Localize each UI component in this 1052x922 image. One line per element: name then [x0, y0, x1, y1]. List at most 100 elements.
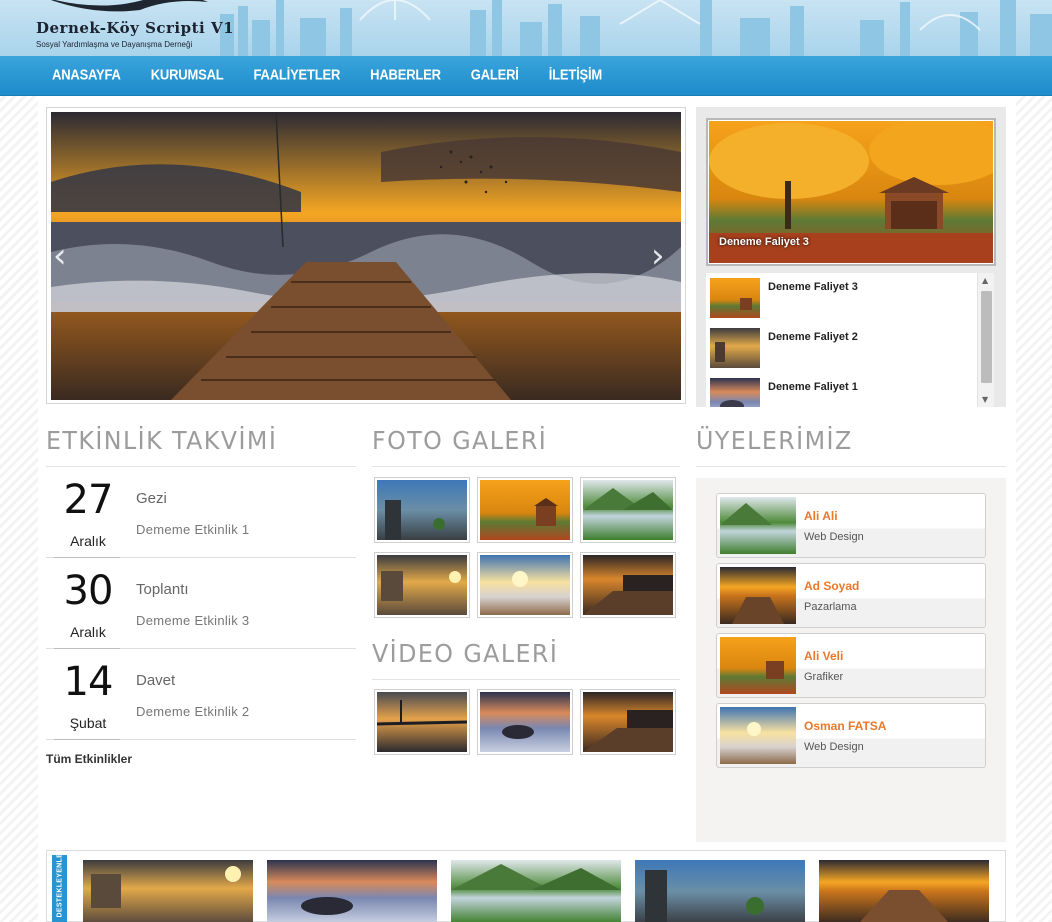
event-day: 27	[63, 477, 114, 523]
logo-bird-icon	[50, 0, 208, 12]
nav-item-galeri[interactable]: GALERİ	[456, 54, 534, 97]
featured-activity-caption: Deneme Faliyet 3	[719, 236, 809, 248]
gallery-photo[interactable]	[580, 552, 676, 618]
member-card[interactable]: Ad Soyad Pazarlama	[716, 563, 986, 628]
event-description: Dememe Etkinlik 1	[136, 522, 250, 537]
gallery-video[interactable]	[477, 689, 573, 755]
slider-next-button[interactable]: ›	[651, 236, 665, 276]
sponsor-image[interactable]	[635, 860, 805, 922]
event-day: 30	[63, 568, 114, 614]
gallery-video-image	[377, 692, 467, 752]
activity-scrollbar[interactable]: ▲ ▼	[977, 273, 994, 407]
main-content: ‹ › Deneme Faliyet 3 Deneme Faliyet 3 De…	[38, 96, 1016, 922]
activity-thumb	[710, 278, 760, 318]
sponsor-image[interactable]	[267, 860, 437, 922]
member-card[interactable]: Osman FATSA Web Design	[716, 703, 986, 768]
photo-gallery-title: FOTO GALERİ	[372, 426, 548, 455]
event-date-divider	[54, 739, 120, 740]
event-description: Dememe Etkinlik 3	[136, 613, 250, 628]
nav-item-faaliyetler[interactable]: FAALİYETLER	[239, 54, 356, 97]
sponsor-image[interactable]	[83, 860, 253, 922]
activity-thumb	[710, 378, 760, 407]
event-day: 14	[63, 659, 114, 705]
member-role: Pazarlama	[804, 601, 857, 613]
sponsors-label: DESTEKLEYENLER	[56, 847, 64, 918]
activity-item[interactable]: Deneme Faliyet 3	[710, 278, 970, 318]
section-divider	[696, 466, 1006, 467]
nav-item-anasayfa[interactable]: ANASAYFA	[37, 54, 136, 97]
member-card[interactable]: Ali Veli Grafiker	[716, 633, 986, 698]
gallery-photo[interactable]	[580, 477, 676, 543]
nav-item-iletisim[interactable]: İLETİŞİM	[534, 54, 617, 97]
chevron-right-icon: ›	[651, 236, 665, 276]
slider-prev-button[interactable]: ‹	[53, 236, 67, 276]
event-item[interactable]: 30 Aralık Toplantı Dememe Etkinlik 3	[46, 558, 356, 649]
logo-subtitle: Sosyal Yardımlaşma ve Dayanışma Derneği	[36, 40, 193, 49]
nav-item-kurumsal[interactable]: KURUMSAL	[136, 54, 239, 97]
gallery-photo[interactable]	[374, 552, 470, 618]
video-gallery-title: VİDEO GALERİ	[372, 639, 559, 668]
gallery-video[interactable]	[374, 689, 470, 755]
gallery-video[interactable]	[580, 689, 676, 755]
gallery-photo-image	[480, 555, 570, 615]
events-section-title: ETKİNLİK TAKVİMİ	[46, 426, 278, 455]
member-name: Ali Ali	[804, 509, 838, 523]
event-title: Gezi	[136, 490, 167, 507]
event-month: Şubat	[69, 715, 107, 731]
gallery-photo-image	[377, 555, 467, 615]
gallery-video-image	[480, 692, 570, 752]
member-photo	[720, 567, 796, 624]
gallery-photo-image	[480, 480, 570, 540]
gallery-photo[interactable]	[374, 477, 470, 543]
gallery-video-image	[583, 692, 673, 752]
event-title: Davet	[136, 672, 176, 689]
sponsor-image[interactable]	[819, 860, 989, 922]
slider-image-pier-sunset	[51, 112, 681, 400]
activity-item-label: Deneme Faliyet 1	[768, 381, 858, 393]
event-month: Aralık	[70, 533, 106, 549]
activity-list: Deneme Faliyet 3 Deneme Faliyet 2 Deneme…	[706, 273, 994, 407]
event-month: Aralık	[70, 624, 106, 640]
gallery-photo[interactable]	[477, 552, 573, 618]
activity-item[interactable]: Deneme Faliyet 2	[710, 328, 970, 368]
member-role: Web Design	[804, 531, 864, 543]
member-name: Ad Soyad	[804, 579, 860, 593]
activity-item[interactable]: Deneme Faliyet 1	[710, 378, 970, 407]
event-title: Toplantı	[136, 581, 189, 598]
main-navigation: ANASAYFA KURUMSAL FAALİYETLER HABERLER G…	[0, 56, 1052, 96]
event-item[interactable]: 14 Şubat Davet Dememe Etkinlik 2	[46, 649, 356, 740]
nav-item-haberler[interactable]: HABERLER	[355, 54, 456, 97]
logo-title[interactable]: Dernek-Köy Scripti V1	[36, 19, 234, 37]
scroll-up-arrow-icon[interactable]: ▲	[982, 276, 988, 285]
member-photo	[720, 497, 796, 554]
hero-slider[interactable]: ‹ ›	[46, 107, 686, 404]
members-section-title: ÜYELERİMİZ	[696, 426, 853, 455]
section-divider	[372, 466, 680, 467]
gallery-photo[interactable]	[477, 477, 573, 543]
chevron-left-icon: ‹	[53, 236, 67, 276]
activities-panel: Deneme Faliyet 3 Deneme Faliyet 3 Deneme…	[696, 107, 1006, 407]
member-role: Grafiker	[804, 671, 844, 683]
section-divider	[372, 679, 680, 680]
members-panel: Ali Ali Web Design Ad Soyad Pazarlama Al…	[696, 478, 1006, 842]
all-events-link[interactable]: Tüm Etkinlikler	[46, 752, 132, 766]
sponsors-strip: DESTEKLEYENLER	[46, 847, 1006, 922]
activity-item-label: Deneme Faliyet 2	[768, 331, 858, 343]
event-description: Dememe Etkinlik 2	[136, 704, 250, 719]
activity-thumb	[710, 328, 760, 368]
gallery-photo-image	[583, 555, 673, 615]
site-header: Dernek-Köy Scripti V1 Sosyal Yardımlaşma…	[0, 0, 1052, 56]
gallery-photo-image	[377, 480, 467, 540]
sponsors-label-tab: DESTEKLEYENLER	[52, 847, 67, 922]
scroll-thumb[interactable]	[981, 291, 992, 383]
activity-item-label: Deneme Faliyet 3	[768, 281, 858, 293]
event-item[interactable]: 27 Aralık Gezi Dememe Etkinlik 1	[46, 467, 356, 558]
scroll-down-arrow-icon[interactable]: ▼	[982, 395, 988, 404]
gallery-photo-image	[583, 480, 673, 540]
member-role: Web Design	[804, 741, 864, 753]
sponsor-image[interactable]	[451, 860, 621, 922]
member-card[interactable]: Ali Ali Web Design	[716, 493, 986, 558]
featured-activity[interactable]: Deneme Faliyet 3	[706, 118, 996, 266]
member-photo	[720, 637, 796, 694]
member-photo	[720, 707, 796, 764]
